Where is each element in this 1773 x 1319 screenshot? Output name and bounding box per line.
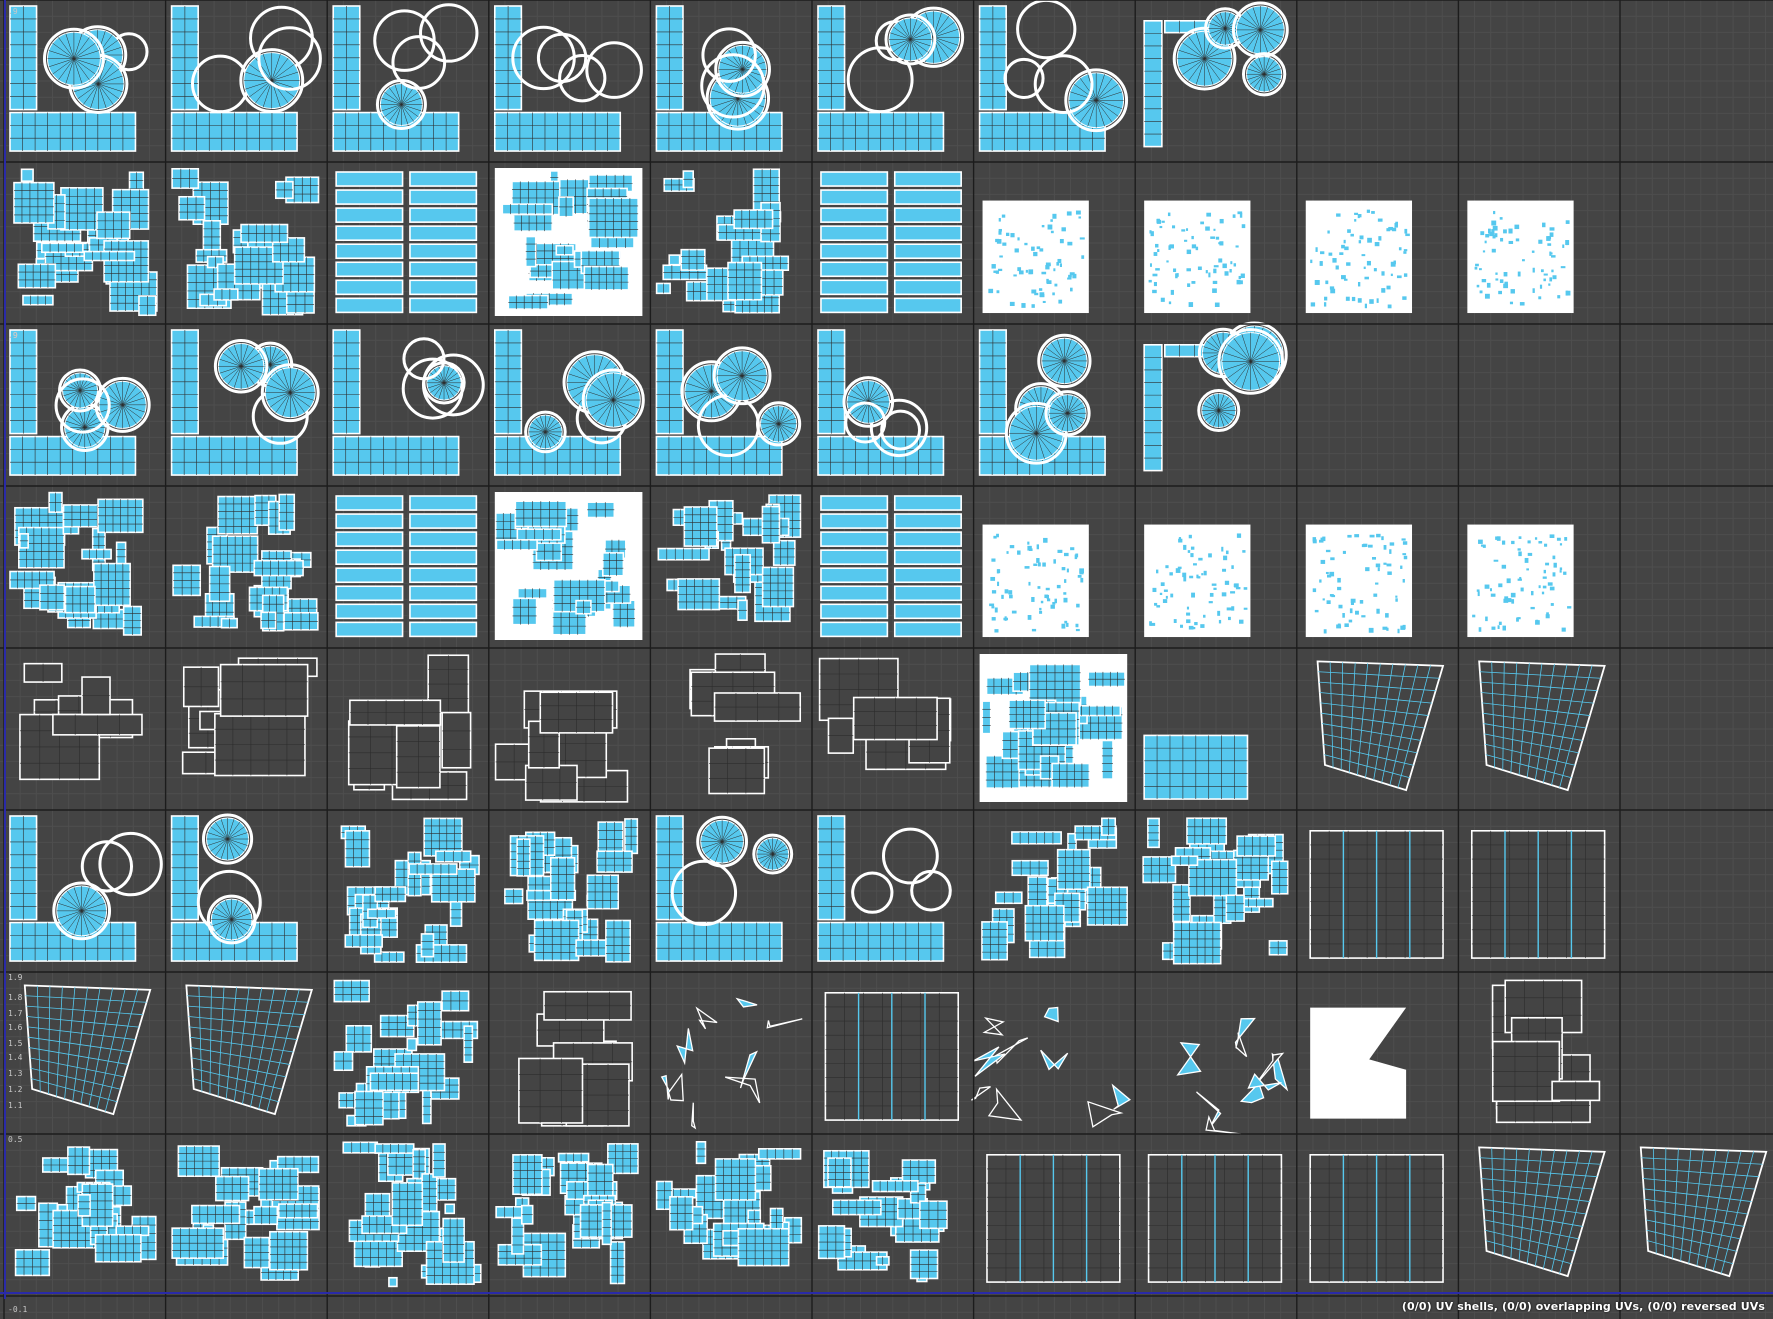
uv-tile <box>1467 200 1574 314</box>
uv-tile <box>1305 524 1413 638</box>
uv-tile <box>982 524 1089 638</box>
uv-tile <box>1470 829 1606 959</box>
uv-tile <box>979 654 1128 802</box>
uv-tile <box>1143 734 1249 800</box>
uv-tile <box>1309 829 1444 959</box>
uv-tile <box>1147 1154 1283 1283</box>
uv-layout-canvas[interactable]: .9.9.9.91.91.81.71.61.51.41.31.21.10.5-0… <box>0 0 1773 1319</box>
uv-tile <box>1305 200 1413 314</box>
uv-tile <box>982 200 1089 314</box>
uv-tile <box>494 168 643 316</box>
uv-editor-viewport[interactable]: .9.9.9.9 1.9 1.8 1.7 1.6 1.5 1.4 1.3 1.2 1.1 0.5 -0… <box>0 0 1773 1319</box>
uv-tile <box>181 657 318 777</box>
uv-status-readout: (0/0) UV shells, (0/0) overlapping UVs, … <box>1401 1300 1765 1313</box>
uv-tile <box>986 1154 1121 1283</box>
uv-tile <box>1467 524 1574 638</box>
uv-tile <box>824 991 960 1121</box>
uv-tile <box>657 494 802 623</box>
uv-tile <box>1144 524 1251 638</box>
uv-tile <box>1144 200 1251 314</box>
uv-tile <box>494 492 643 640</box>
uv-tile <box>1309 1154 1444 1283</box>
